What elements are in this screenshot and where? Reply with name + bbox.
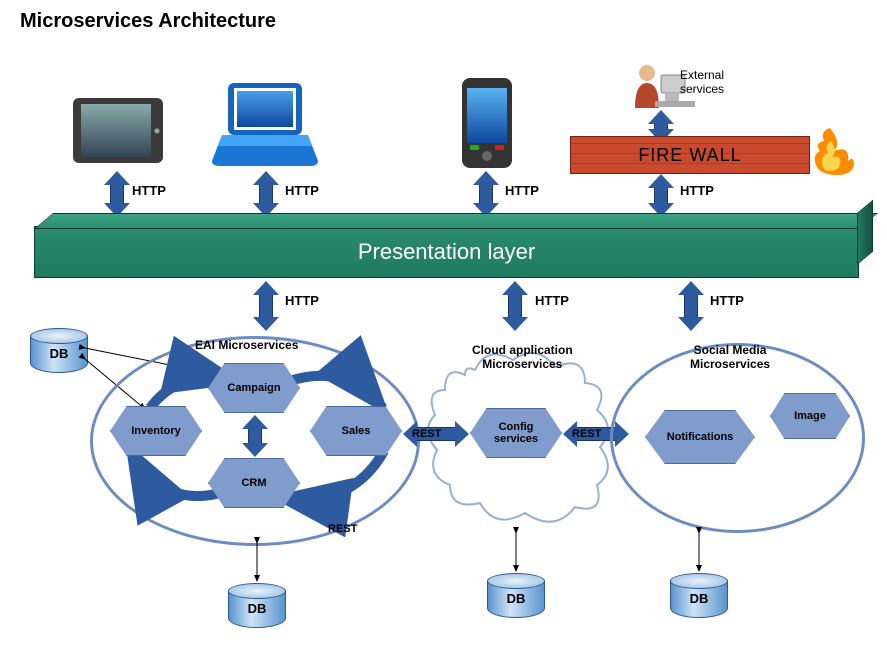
rest-label-eai: REST (328, 523, 357, 535)
service-inventory: Inventory (110, 406, 202, 456)
db-social: DB (670, 573, 728, 618)
service-sales: Sales (310, 406, 402, 456)
fire-icon (802, 123, 857, 178)
http-label-3: HTTP (505, 183, 539, 198)
arrow-pres-eai (253, 281, 279, 331)
mobile-phone-icon (462, 78, 512, 173)
db-cloud: DB (487, 573, 545, 618)
rest-label-2: REST (572, 428, 601, 440)
arrow-phone-pres (473, 171, 499, 217)
diagram-title: Microservices Architecture (20, 10, 877, 33)
arrow-pres-cloud (502, 281, 528, 331)
http-label-2: HTTP (285, 183, 319, 198)
tablet-icon (73, 98, 163, 168)
db-eai: DB (228, 583, 286, 628)
service-campaign: Campaign (208, 363, 300, 413)
service-crm: CRM (208, 458, 300, 508)
social-group-label: Social Media Microservices (690, 343, 770, 371)
cloud-group-label: Cloud application Microservices (472, 343, 573, 371)
arrow-tablet-pres (104, 171, 130, 217)
laptop-icon (210, 83, 320, 173)
eai-group-label: EAI Microservices (195, 338, 298, 352)
http-label-1: HTTP (132, 183, 166, 198)
arrow-campaign-crm (242, 415, 268, 457)
http-label-7: HTTP (710, 293, 744, 308)
arrow-pres-social (678, 281, 704, 331)
http-label-6: HTTP (535, 293, 569, 308)
db-top-left: DB (30, 328, 88, 373)
firewall-bar: FIRE WALL (570, 136, 810, 174)
presentation-layer-bar: Presentation layer (34, 226, 859, 278)
rest-label-1: REST (412, 428, 441, 440)
diagram-canvas: External services FIRE WALL HTTP HTTP HT… (10, 43, 877, 663)
external-services-label: External services (680, 68, 724, 96)
service-config: Config services (470, 408, 562, 458)
presentation-layer-label: Presentation layer (358, 239, 535, 265)
firewall-label: FIRE WALL (638, 145, 741, 166)
service-image: Image (770, 393, 850, 439)
http-label-4: HTTP (680, 183, 714, 198)
service-notifications: Notifications (645, 410, 755, 464)
arrow-laptop-pres (253, 171, 279, 217)
http-label-5: HTTP (285, 293, 319, 308)
arrow-firewall-pres (648, 174, 674, 217)
